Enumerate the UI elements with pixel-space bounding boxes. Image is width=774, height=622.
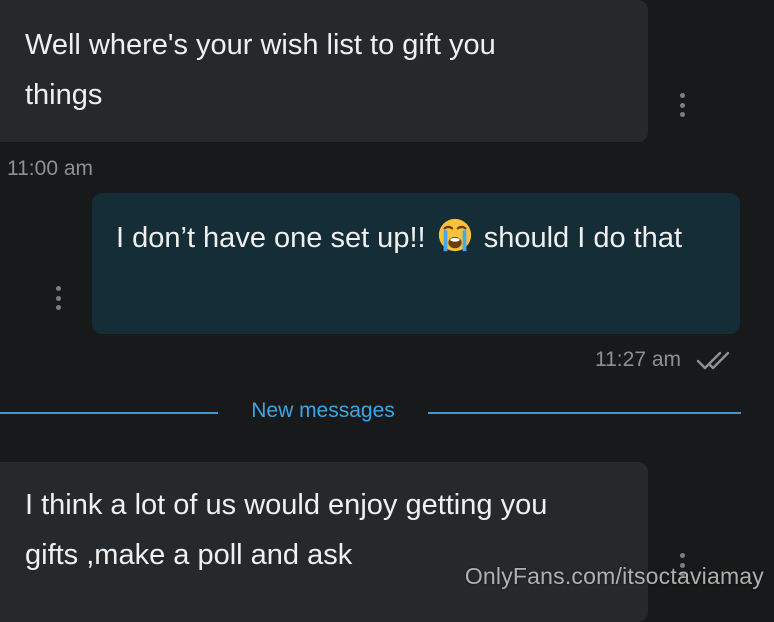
outgoing-message-bubble[interactable]: I don’t have one set up!! should I do th… xyxy=(92,193,740,334)
divider-line xyxy=(428,412,741,414)
message-timestamp: 11:00 am xyxy=(7,157,93,180)
message-options-icon[interactable] xyxy=(55,286,61,310)
message-text: I think a lot of us would enjoy getting … xyxy=(25,489,548,571)
double-check-read-icon xyxy=(696,351,730,370)
message-timestamp: 11:27 am xyxy=(595,348,681,371)
message-text: Well where's your wish list to gift you … xyxy=(25,29,496,111)
message-text-part: I don’t have one set up!! xyxy=(116,222,426,254)
loudly-crying-face-icon xyxy=(438,218,471,252)
watermark-text: OnlyFans.com/itsoctaviamay xyxy=(464,563,764,589)
new-messages-label: New messages xyxy=(251,399,395,422)
divider-line xyxy=(0,412,218,414)
incoming-message-bubble[interactable]: I think a lot of us would enjoy getting … xyxy=(0,462,648,622)
message-options-icon[interactable] xyxy=(679,93,685,117)
message-text-part: should I do that xyxy=(483,222,683,254)
incoming-message-bubble[interactable]: Well where's your wish list to gift you … xyxy=(0,0,648,142)
